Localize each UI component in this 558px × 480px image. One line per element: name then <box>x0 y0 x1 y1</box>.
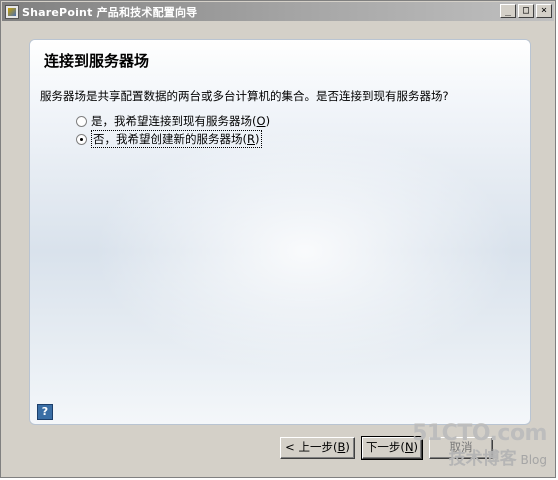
restore-button[interactable]: □ <box>518 4 534 18</box>
option-connect-existing[interactable]: 是，我希望连接到现有服务器场(O) <box>76 113 270 129</box>
page-description: 服务器场是共享配置数据的两台或多台计算机的集合。是否连接到现有服务器场? <box>40 89 449 103</box>
wizard-window: SharePoint 产品和技术配置向导 _ □ × 连接到服务器场 服务器场是… <box>0 0 556 478</box>
cancel-button[interactable]: 取消 <box>429 437 493 459</box>
app-icon <box>5 4 19 19</box>
option-create-new[interactable]: 否，我希望创建新的服务器场(R) <box>76 130 262 148</box>
minimize-button[interactable]: _ <box>500 4 516 18</box>
help-icon[interactable]: ? <box>37 404 53 420</box>
radio-connect-existing[interactable] <box>76 115 87 127</box>
window-title: SharePoint 产品和技术配置向导 <box>22 5 198 19</box>
close-button[interactable]: × <box>536 4 552 18</box>
next-button[interactable]: 下一步(N) <box>361 436 423 460</box>
option-connect-existing-label: 是，我希望连接到现有服务器场(O) <box>91 114 271 128</box>
title-bar[interactable]: SharePoint 产品和技术配置向导 _ □ × <box>2 2 554 21</box>
title-buttons: _ □ × <box>498 4 552 18</box>
back-button[interactable]: < 上一步(B) <box>280 437 355 459</box>
option-create-new-label: 否，我希望创建新的服务器场(R) <box>91 130 262 148</box>
page-title: 连接到服务器场 <box>44 52 150 70</box>
radio-create-new[interactable] <box>76 133 87 145</box>
content-panel: 连接到服务器场 服务器场是共享配置数据的两台或多台计算机的集合。是否连接到现有服… <box>29 39 531 425</box>
